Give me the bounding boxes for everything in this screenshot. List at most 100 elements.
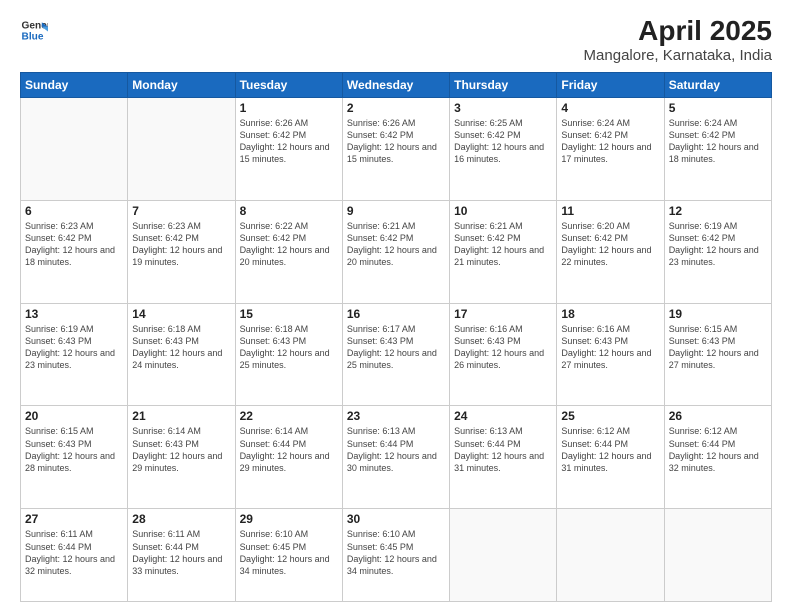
day-number: 3 bbox=[454, 101, 552, 115]
calendar-week-1: 1Sunrise: 6:26 AM Sunset: 6:42 PM Daylig… bbox=[21, 97, 772, 200]
day-info: Sunrise: 6:18 AM Sunset: 6:43 PM Dayligh… bbox=[132, 323, 230, 372]
top-section: General Blue April 2025 Mangalore, Karna… bbox=[20, 16, 772, 64]
header-thursday: Thursday bbox=[450, 72, 557, 97]
day-number: 8 bbox=[240, 204, 338, 218]
calendar-cell: 23 Sunrise: 6:13 AM Sunset: 6:44 PM Dayli… bbox=[342, 406, 449, 509]
day-number: 6 bbox=[25, 204, 123, 218]
calendar-cell: 25 Sunrise: 6:12 AM Sunset: 6:44 PM Dayli… bbox=[557, 406, 664, 509]
day-info: Sunrise: 6:14 AM Sunset: 6:43 PM Dayligh… bbox=[132, 425, 230, 474]
calendar-cell: 8 Sunrise: 6:22 AM Sunset: 6:42 PM Daylig… bbox=[235, 200, 342, 303]
calendar-cell: 3 Sunrise: 6:25 AM Sunset: 6:42 PM Daylig… bbox=[450, 97, 557, 200]
day-info: Sunrise: 6:18 AM Sunset: 6:43 PM Dayligh… bbox=[240, 323, 338, 372]
calendar-cell: 6 Sunrise: 6:23 AM Sunset: 6:42 PM Daylig… bbox=[21, 200, 128, 303]
svg-text:Blue: Blue bbox=[22, 31, 44, 42]
calendar-cell bbox=[21, 97, 128, 200]
calendar-cell: 14 Sunrise: 6:18 AM Sunset: 6:43 PM Dayli… bbox=[128, 303, 235, 406]
header-sunday: Sunday bbox=[21, 72, 128, 97]
day-number: 28 bbox=[132, 512, 230, 526]
calendar-table: Sunday Monday Tuesday Wednesday Thursday… bbox=[20, 72, 772, 602]
day-number: 25 bbox=[561, 409, 659, 423]
day-info: Sunrise: 6:25 AM Sunset: 6:42 PM Dayligh… bbox=[454, 117, 552, 166]
day-info: Sunrise: 6:21 AM Sunset: 6:42 PM Dayligh… bbox=[347, 220, 445, 269]
day-number: 7 bbox=[132, 204, 230, 218]
day-info: Sunrise: 6:11 AM Sunset: 6:44 PM Dayligh… bbox=[132, 528, 230, 577]
day-number: 20 bbox=[25, 409, 123, 423]
day-info: Sunrise: 6:12 AM Sunset: 6:44 PM Dayligh… bbox=[561, 425, 659, 474]
day-info: Sunrise: 6:10 AM Sunset: 6:45 PM Dayligh… bbox=[240, 528, 338, 577]
calendar-cell: 30 Sunrise: 6:10 AM Sunset: 6:45 PM Dayli… bbox=[342, 509, 449, 602]
day-number: 9 bbox=[347, 204, 445, 218]
calendar-cell: 17 Sunrise: 6:16 AM Sunset: 6:43 PM Dayli… bbox=[450, 303, 557, 406]
day-number: 19 bbox=[669, 307, 767, 321]
calendar-cell: 9 Sunrise: 6:21 AM Sunset: 6:42 PM Daylig… bbox=[342, 200, 449, 303]
day-info: Sunrise: 6:23 AM Sunset: 6:42 PM Dayligh… bbox=[25, 220, 123, 269]
day-info: Sunrise: 6:20 AM Sunset: 6:42 PM Dayligh… bbox=[561, 220, 659, 269]
header-saturday: Saturday bbox=[664, 72, 771, 97]
calendar-cell: 20 Sunrise: 6:15 AM Sunset: 6:43 PM Dayli… bbox=[21, 406, 128, 509]
day-info: Sunrise: 6:22 AM Sunset: 6:42 PM Dayligh… bbox=[240, 220, 338, 269]
day-number: 4 bbox=[561, 101, 659, 115]
day-info: Sunrise: 6:16 AM Sunset: 6:43 PM Dayligh… bbox=[561, 323, 659, 372]
calendar-cell bbox=[557, 509, 664, 602]
calendar-cell: 15 Sunrise: 6:18 AM Sunset: 6:43 PM Dayli… bbox=[235, 303, 342, 406]
day-number: 21 bbox=[132, 409, 230, 423]
day-number: 15 bbox=[240, 307, 338, 321]
day-info: Sunrise: 6:10 AM Sunset: 6:45 PM Dayligh… bbox=[347, 528, 445, 577]
calendar-week-3: 13 Sunrise: 6:19 AM Sunset: 6:43 PM Dayli… bbox=[21, 303, 772, 406]
day-info: Sunrise: 6:13 AM Sunset: 6:44 PM Dayligh… bbox=[347, 425, 445, 474]
calendar-cell: 27 Sunrise: 6:11 AM Sunset: 6:44 PM Dayli… bbox=[21, 509, 128, 602]
calendar-subtitle: Mangalore, Karnataka, India bbox=[584, 47, 772, 64]
title-block: April 2025 Mangalore, Karnataka, India bbox=[584, 16, 772, 64]
header-tuesday: Tuesday bbox=[235, 72, 342, 97]
day-number: 14 bbox=[132, 307, 230, 321]
day-number: 27 bbox=[25, 512, 123, 526]
day-info: Sunrise: 6:15 AM Sunset: 6:43 PM Dayligh… bbox=[25, 425, 123, 474]
day-info: Sunrise: 6:15 AM Sunset: 6:43 PM Dayligh… bbox=[669, 323, 767, 372]
day-number: 23 bbox=[347, 409, 445, 423]
day-info: Sunrise: 6:26 AM Sunset: 6:42 PM Dayligh… bbox=[240, 117, 338, 166]
day-info: Sunrise: 6:11 AM Sunset: 6:44 PM Dayligh… bbox=[25, 528, 123, 577]
day-number: 12 bbox=[669, 204, 767, 218]
day-info: Sunrise: 6:17 AM Sunset: 6:43 PM Dayligh… bbox=[347, 323, 445, 372]
day-info: Sunrise: 6:16 AM Sunset: 6:43 PM Dayligh… bbox=[454, 323, 552, 372]
day-number: 13 bbox=[25, 307, 123, 321]
day-number: 30 bbox=[347, 512, 445, 526]
calendar-cell: 1Sunrise: 6:26 AM Sunset: 6:42 PM Daylig… bbox=[235, 97, 342, 200]
calendar-cell: 10Sunrise: 6:21 AM Sunset: 6:42 PM Dayli… bbox=[450, 200, 557, 303]
header-wednesday: Wednesday bbox=[342, 72, 449, 97]
day-number: 29 bbox=[240, 512, 338, 526]
calendar-cell bbox=[128, 97, 235, 200]
calendar-cell: 16Sunrise: 6:17 AM Sunset: 6:43 PM Dayli… bbox=[342, 303, 449, 406]
calendar-cell: 21 Sunrise: 6:14 AM Sunset: 6:43 PM Dayli… bbox=[128, 406, 235, 509]
day-info: Sunrise: 6:24 AM Sunset: 6:42 PM Dayligh… bbox=[561, 117, 659, 166]
calendar-cell bbox=[664, 509, 771, 602]
calendar-cell: 2 Sunrise: 6:26 AM Sunset: 6:42 PM Daylig… bbox=[342, 97, 449, 200]
day-info: Sunrise: 6:19 AM Sunset: 6:42 PM Dayligh… bbox=[669, 220, 767, 269]
calendar-cell bbox=[450, 509, 557, 602]
calendar-cell: 29 Sunrise: 6:10 AM Sunset: 6:45 PM Dayli… bbox=[235, 509, 342, 602]
calendar-week-2: 6 Sunrise: 6:23 AM Sunset: 6:42 PM Daylig… bbox=[21, 200, 772, 303]
calendar-cell: 13 Sunrise: 6:19 AM Sunset: 6:43 PM Dayli… bbox=[21, 303, 128, 406]
calendar-cell: 24 Sunrise: 6:13 AM Sunset: 6:44 PM Dayli… bbox=[450, 406, 557, 509]
header-friday: Friday bbox=[557, 72, 664, 97]
day-number: 24 bbox=[454, 409, 552, 423]
day-info: Sunrise: 6:12 AM Sunset: 6:44 PM Dayligh… bbox=[669, 425, 767, 474]
day-number: 2 bbox=[347, 101, 445, 115]
day-info: Sunrise: 6:21 AM Sunset: 6:42 PM Dayligh… bbox=[454, 220, 552, 269]
day-number: 17 bbox=[454, 307, 552, 321]
day-info: Sunrise: 6:19 AM Sunset: 6:43 PM Dayligh… bbox=[25, 323, 123, 372]
day-info: Sunrise: 6:13 AM Sunset: 6:44 PM Dayligh… bbox=[454, 425, 552, 474]
calendar-cell: 4 Sunrise: 6:24 AM Sunset: 6:42 PM Daylig… bbox=[557, 97, 664, 200]
day-info: Sunrise: 6:24 AM Sunset: 6:42 PM Dayligh… bbox=[669, 117, 767, 166]
header-row: Sunday Monday Tuesday Wednesday Thursday… bbox=[21, 72, 772, 97]
day-number: 11 bbox=[561, 204, 659, 218]
day-number: 26 bbox=[669, 409, 767, 423]
calendar-cell: 18Sunrise: 6:16 AM Sunset: 6:43 PM Dayli… bbox=[557, 303, 664, 406]
day-info: Sunrise: 6:26 AM Sunset: 6:42 PM Dayligh… bbox=[347, 117, 445, 166]
calendar-cell: 12 Sunrise: 6:19 AM Sunset: 6:42 PM Dayli… bbox=[664, 200, 771, 303]
calendar-cell: 19 Sunrise: 6:15 AM Sunset: 6:43 PM Dayli… bbox=[664, 303, 771, 406]
calendar-title: April 2025 bbox=[584, 16, 772, 47]
day-number: 5 bbox=[669, 101, 767, 115]
calendar-cell: 7Sunrise: 6:23 AM Sunset: 6:42 PM Daylig… bbox=[128, 200, 235, 303]
calendar-cell: 28 Sunrise: 6:11 AM Sunset: 6:44 PM Dayli… bbox=[128, 509, 235, 602]
